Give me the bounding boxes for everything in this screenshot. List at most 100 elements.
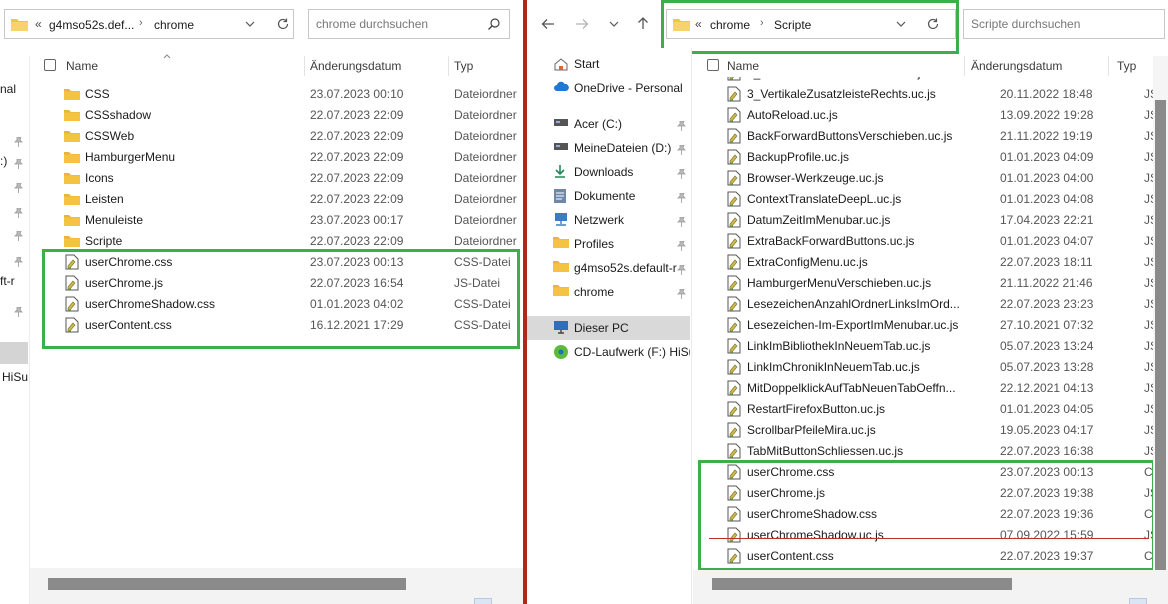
- status-bar-view-button[interactable]: [1129, 598, 1147, 604]
- nav-item[interactable]: Netzwerk: [547, 208, 690, 232]
- file-row[interactable]: BackupProfile.uc.js01.01.2023 04:09JS-Da: [695, 147, 1155, 168]
- file-row[interactable]: Lesezeichen-Im-ExportImMenubar.uc.js 27.1…: [695, 315, 1155, 336]
- nav-item[interactable]: Acer (C:): [547, 112, 690, 136]
- file-row[interactable]: HamburgerMenuVerschieben.uc.js 21.11.2022…: [695, 273, 1155, 294]
- file-row[interactable]: ContextTranslateDeepL.uc.js 01.01.2023 04…: [695, 189, 1155, 210]
- address-bar[interactable]: « g4mso52s.def... › chrome: [4, 9, 294, 39]
- nav-item[interactable]: Dokumente: [547, 184, 690, 208]
- horizontal-scrollbar-thumb[interactable]: [712, 578, 1012, 590]
- nav-item[interactable]: OneDrive - Personal: [547, 76, 690, 100]
- file-row[interactable]: Browser-Werkzeuge.uc.js 01.01.2023 04:00 J…: [695, 168, 1155, 189]
- nav-item-selected[interactable]: [0, 342, 28, 364]
- address-overflow[interactable]: «: [695, 17, 702, 31]
- document-icon: [553, 188, 567, 207]
- modified-date: 13.09.2022 19:28: [1000, 108, 1094, 122]
- address-overflow[interactable]: «: [35, 17, 42, 31]
- horizontal-scrollbar-thumb[interactable]: [48, 578, 406, 590]
- column-header-name[interactable]: Name: [727, 59, 759, 73]
- file-name: ScrollbarPfeileMira.uc.js: [747, 423, 876, 437]
- nav-item[interactable]: chrome: [547, 280, 690, 304]
- file-row[interactable]: 3_VertikaleZusatzleisteRechts.uc.js 20.11…: [695, 84, 1155, 105]
- file-name: userChrome.css: [747, 465, 835, 479]
- drive-icon: [553, 140, 569, 155]
- file-row[interactable]: LesezeichenAnzahlOrdnerLinksImOrd... 22.0…: [695, 294, 1155, 315]
- folder-row[interactable]: CSSshadow 22.07.2023 22:09 Dateiordner: [40, 105, 523, 126]
- file-name: userChrome.js: [747, 486, 826, 500]
- file-row[interactable]: userContent.css22.07.2023 19:37CSS-D: [695, 546, 1155, 567]
- modified-date: 01.01.2023 04:07: [1000, 234, 1094, 248]
- folder-row[interactable]: Scripte 22.07.2023 22:09 Dateiordner: [40, 231, 523, 252]
- column-header-type[interactable]: Typ: [454, 59, 473, 73]
- nav-item[interactable]: Profiles: [547, 232, 690, 256]
- forward-arrow-icon[interactable]: [575, 18, 589, 30]
- file-row[interactable]: ExtraBackForwardButtons.uc.js 01.01.2023 …: [695, 231, 1155, 252]
- up-arrow-icon[interactable]: [637, 16, 649, 30]
- refresh-icon[interactable]: [926, 17, 940, 31]
- folder-row[interactable]: CSSWeb 22.07.2023 22:09 Dateiordner: [40, 126, 523, 147]
- breadcrumb-segment[interactable]: Scripte: [774, 18, 811, 32]
- address-bar[interactable]: « chrome › Scripte: [666, 9, 956, 39]
- nav-item-fragment[interactable]: HiSu: [2, 370, 28, 384]
- script-file-icon: [727, 359, 741, 375]
- file-row[interactable]: RestartFirefoxButton.uc.js 01.01.2023 04:…: [695, 399, 1155, 420]
- script-file-icon: [727, 275, 741, 291]
- breadcrumb-segment[interactable]: chrome: [710, 18, 750, 32]
- column-header-date[interactable]: Änderungsdatum: [971, 59, 1062, 73]
- file-row[interactable]: 2_VertikaleZusatzleisteLinks.uc.js 10.11.…: [695, 77, 1155, 84]
- column-header-type[interactable]: Typ: [1117, 59, 1136, 73]
- chevron-down-icon[interactable]: [245, 20, 255, 28]
- file-row[interactable]: userChrome.css 23.07.2023 00:13 CSS-Datei: [40, 252, 523, 273]
- search-input[interactable]: Scripte durchsuchen: [963, 9, 1165, 39]
- folder-row[interactable]: HamburgerMenu 22.07.2023 22:09 Dateiordner: [40, 147, 523, 168]
- nav-item[interactable]: Downloads: [547, 160, 690, 184]
- file-name: 2_VertikaleZusatzleisteLinks.uc.js: [747, 77, 965, 80]
- file-row[interactable]: userChromeShadow.uc.js07.09.2022 15:59JS…: [695, 525, 1155, 546]
- nav-item[interactable]: MeineDateien (D:): [547, 136, 690, 160]
- file-name: LesezeichenAnzahlOrdnerLinksImOrd...: [747, 297, 960, 311]
- chevron-down-icon[interactable]: [896, 20, 906, 28]
- nav-item[interactable]: Start: [547, 52, 690, 76]
- breadcrumb-segment[interactable]: g4mso52s.def...: [49, 18, 134, 32]
- file-row[interactable]: userChrome.css23.07.2023 00:13CSS-D: [695, 462, 1155, 483]
- back-arrow-icon[interactable]: [541, 18, 555, 30]
- nav-item-label: Profiles: [574, 237, 615, 251]
- file-row[interactable]: DatumZeitImMenubar.uc.js 17.04.2023 22:21…: [695, 210, 1155, 231]
- folder-row[interactable]: CSS 23.07.2023 00:10 Dateiordner: [40, 84, 523, 105]
- modified-date: 22.07.2023 22:09: [310, 234, 404, 248]
- file-row[interactable]: userContent.css 16.12.2021 17:29 CSS-Datei: [40, 315, 523, 336]
- status-bar-view-button[interactable]: [474, 598, 492, 604]
- nav-item[interactable]: Dieser PC: [527, 316, 690, 340]
- nav-item-fragment[interactable]: :): [0, 154, 7, 168]
- file-row[interactable]: userChrome.js22.07.2023 19:38JS-Da: [695, 483, 1155, 504]
- breadcrumb-segment[interactable]: chrome: [154, 18, 194, 32]
- select-all-checkbox[interactable]: [44, 59, 56, 71]
- file-row[interactable]: ExtraConfigMenu.uc.js22.07.2023 18:11JS-…: [695, 252, 1155, 273]
- folder-row[interactable]: Menuleiste 23.07.2023 00:17 Dateiordner: [40, 210, 523, 231]
- refresh-icon[interactable]: [276, 17, 290, 31]
- search-input[interactable]: chrome durchsuchen: [308, 9, 510, 39]
- nav-item[interactable]: g4mso52s.default-r: [547, 256, 690, 280]
- nav-item[interactable]: CD-Laufwerk (F:) HiSu: [547, 340, 690, 364]
- column-header-date[interactable]: Änderungsdatum: [310, 59, 401, 73]
- file-row[interactable]: ScrollbarPfeileMira.uc.js 19.05.2023 04:1…: [695, 420, 1155, 441]
- vertical-scrollbar-thumb[interactable]: [1155, 100, 1166, 570]
- cloud-icon: [553, 80, 569, 95]
- file-row[interactable]: userChromeShadow.css22.07.2023 19:36CSS-…: [695, 504, 1155, 525]
- folder-row[interactable]: Icons 22.07.2023 22:09 Dateiordner: [40, 168, 523, 189]
- column-header-name[interactable]: Name: [66, 59, 98, 73]
- script-file-icon: [727, 128, 741, 144]
- file-row[interactable]: userChrome.js 22.07.2023 16:54 JS-Datei: [40, 273, 523, 294]
- folder-row[interactable]: Leisten 22.07.2023 22:09 Dateiordner: [40, 189, 523, 210]
- nav-item-fragment[interactable]: nal: [0, 82, 16, 96]
- file-row[interactable]: LinkImChronikInNeuemTab.uc.js 05.07.2023 …: [695, 357, 1155, 378]
- recent-locations-icon[interactable]: [609, 20, 619, 28]
- file-row[interactable]: TabMitButtonSchliessen.uc.js 22.07.2023 1…: [695, 441, 1155, 462]
- file-row[interactable]: LinkImBibliothekInNeuemTab.uc.js 05.07.20…: [695, 336, 1155, 357]
- file-row[interactable]: AutoReload.uc.js13.09.2022 19:28JS-Da: [695, 105, 1155, 126]
- nav-item-fragment[interactable]: ft-r: [0, 274, 15, 288]
- select-all-checkbox[interactable]: [707, 59, 719, 71]
- file-row[interactable]: BackForwardButtonsVerschieben.uc.js 21.11…: [695, 126, 1155, 147]
- file-row[interactable]: MitDoppelklickAufTabNeuenTabOeffn... 22.1…: [695, 378, 1155, 399]
- folder-icon: [11, 19, 28, 31]
- file-row[interactable]: userChromeShadow.css 01.01.2023 04:02 CSS-…: [40, 294, 523, 315]
